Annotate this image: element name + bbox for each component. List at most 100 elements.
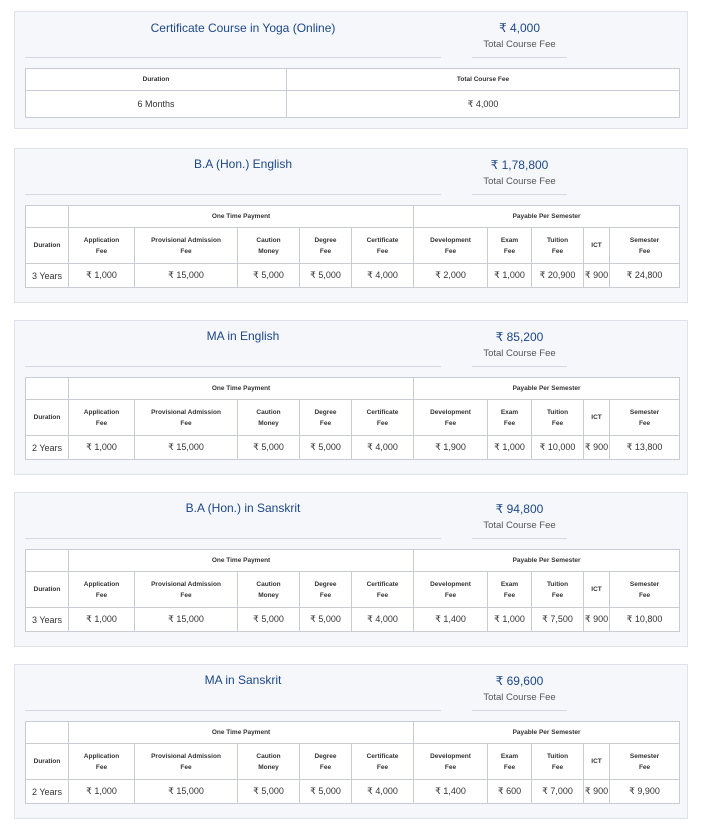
total-course-fee-label: Total Course Fee [483, 692, 556, 703]
course-card-yoga: Certificate Course in Yoga (Online) ₹ 4,… [14, 11, 688, 129]
course-card: MA in English ₹ 85,200 Total Course Fee … [14, 320, 688, 475]
provisional-admission-fee-value: ₹ 15,000 [134, 779, 238, 804]
title-divider [25, 366, 441, 367]
degree-fee-value: ₹ 5,000 [299, 263, 352, 288]
one-time-payment-header: One Time Payment [67, 549, 415, 572]
degree-fee-header: Degree Fee [299, 227, 352, 264]
caution-money-value: ₹ 5,000 [237, 607, 300, 632]
one-time-payment-header: One Time Payment [67, 721, 415, 744]
duration-header: Duration [25, 68, 287, 91]
provisional-admission-fee-value: ₹ 15,000 [134, 263, 238, 288]
duration-header: Duration [25, 571, 69, 608]
caution-money-value: ₹ 5,000 [237, 263, 300, 288]
total-course-fee-amount: ₹ 1,78,800 [490, 158, 549, 172]
course-card: B.A (Hon.) English ₹ 1,78,800 Total Cour… [14, 148, 688, 303]
course-card: B.A (Hon.) in Sanskrit ₹ 94,800 Total Co… [14, 492, 688, 647]
ict-header: ICT [583, 227, 611, 264]
exam-fee-header: Exam Fee [487, 571, 533, 608]
total-course-fee-label: Total Course Fee [483, 39, 556, 50]
ict-value: ₹ 900 [583, 607, 611, 632]
caution-money-header: Caution Money [237, 227, 300, 264]
tuition-fee-header: Tuition Fee [531, 571, 585, 608]
duration-header: Duration [25, 227, 69, 264]
fee-table: One Time Payment Payable Per Semester Du… [25, 721, 681, 804]
fee-table: One Time Payment Payable Per Semester Du… [25, 549, 681, 632]
course-title: MA in English [206, 329, 280, 343]
total-course-fee-amount: ₹ 85,200 [495, 330, 544, 344]
caution-money-header: Caution Money [237, 743, 300, 780]
development-fee-header: Development Fee [413, 743, 489, 780]
duration-value: 2 Years [25, 779, 69, 804]
blank-header-cell [25, 377, 69, 400]
payable-per-semester-header: Payable Per Semester [413, 549, 681, 572]
payable-per-semester-header: Payable Per Semester [413, 721, 681, 744]
duration-header: Duration [25, 399, 69, 436]
course-title: B.A (Hon.) English [193, 157, 293, 171]
duration-value: 2 Years [25, 435, 69, 460]
application-fee-header: Application Fee [68, 227, 135, 264]
provisional-admission-fee-header: Provisional Admission Fee [134, 571, 238, 608]
development-fee-value: ₹ 1,400 [413, 607, 489, 632]
blank-header-cell [25, 549, 69, 572]
semester-fee-value: ₹ 9,900 [609, 779, 681, 804]
course-title: B.A (Hon.) in Sanskrit [185, 501, 301, 515]
development-fee-value: ₹ 2,000 [413, 263, 489, 288]
semester-fee-value: ₹ 13,800 [609, 435, 681, 460]
degree-fee-value: ₹ 5,000 [299, 607, 352, 632]
fee-table: Duration Total Course Fee 6 Months ₹ 4,0… [25, 68, 680, 118]
ict-header: ICT [583, 571, 611, 608]
certificate-fee-header: Certificate Fee [350, 743, 415, 780]
total-course-fee-label: Total Course Fee [483, 176, 556, 187]
ict-header: ICT [583, 743, 611, 780]
tuition-fee-header: Tuition Fee [531, 227, 585, 264]
total-course-fee-label: Total Course Fee [483, 520, 556, 531]
certificate-fee-header: Certificate Fee [350, 571, 415, 608]
payable-per-semester-header: Payable Per Semester [413, 377, 681, 400]
caution-money-header: Caution Money [237, 399, 300, 436]
degree-fee-header: Degree Fee [299, 743, 352, 780]
course-title: MA in Sanskrit [204, 673, 282, 687]
fee-divider [472, 710, 567, 711]
degree-fee-header: Degree Fee [299, 571, 352, 608]
exam-fee-value: ₹ 600 [487, 779, 533, 804]
fee-divider [472, 538, 567, 539]
tuition-fee-value: ₹ 7,500 [531, 607, 585, 632]
certificate-fee-header: Certificate Fee [350, 399, 415, 436]
application-fee-header: Application Fee [68, 571, 135, 608]
provisional-admission-fee-header: Provisional Admission Fee [134, 399, 238, 436]
exam-fee-header: Exam Fee [487, 227, 533, 264]
exam-fee-header: Exam Fee [487, 743, 533, 780]
payable-per-semester-header: Payable Per Semester [413, 205, 681, 228]
total-course-fee-amount: ₹ 69,600 [495, 674, 544, 688]
course-card: MA in Sanskrit ₹ 69,600 Total Course Fee… [14, 664, 688, 819]
certificate-fee-value: ₹ 4,000 [350, 435, 415, 460]
semester-fee-header: Semester Fee [609, 227, 681, 264]
title-divider [25, 710, 441, 711]
total-course-fee-label: Total Course Fee [483, 348, 556, 359]
caution-money-value: ₹ 5,000 [237, 779, 300, 804]
provisional-admission-fee-header: Provisional Admission Fee [134, 743, 238, 780]
certificate-fee-value: ₹ 4,000 [350, 779, 415, 804]
blank-header-cell [25, 205, 69, 228]
blank-header-cell [25, 721, 69, 744]
title-divider [25, 57, 441, 58]
provisional-admission-fee-value: ₹ 15,000 [134, 607, 238, 632]
provisional-admission-fee-header: Provisional Admission Fee [134, 227, 238, 264]
course-title: Certificate Course in Yoga (Online) [150, 21, 336, 35]
application-fee-value: ₹ 1,000 [68, 607, 135, 632]
total-fee-value: ₹ 4,000 [286, 90, 680, 118]
fee-table: One Time Payment Payable Per Semester Du… [25, 205, 681, 288]
degree-fee-header: Degree Fee [299, 399, 352, 436]
exam-fee-header: Exam Fee [487, 399, 533, 436]
title-divider [25, 538, 441, 539]
development-fee-header: Development Fee [413, 571, 489, 608]
duration-header: Duration [25, 743, 69, 780]
certificate-fee-header: Certificate Fee [350, 227, 415, 264]
semester-fee-value: ₹ 10,800 [609, 607, 681, 632]
total-course-fee-amount: ₹ 94,800 [495, 502, 544, 516]
fee-divider [472, 194, 567, 195]
caution-money-header: Caution Money [237, 571, 300, 608]
ict-value: ₹ 900 [583, 435, 611, 460]
application-fee-header: Application Fee [68, 399, 135, 436]
degree-fee-value: ₹ 5,000 [299, 779, 352, 804]
